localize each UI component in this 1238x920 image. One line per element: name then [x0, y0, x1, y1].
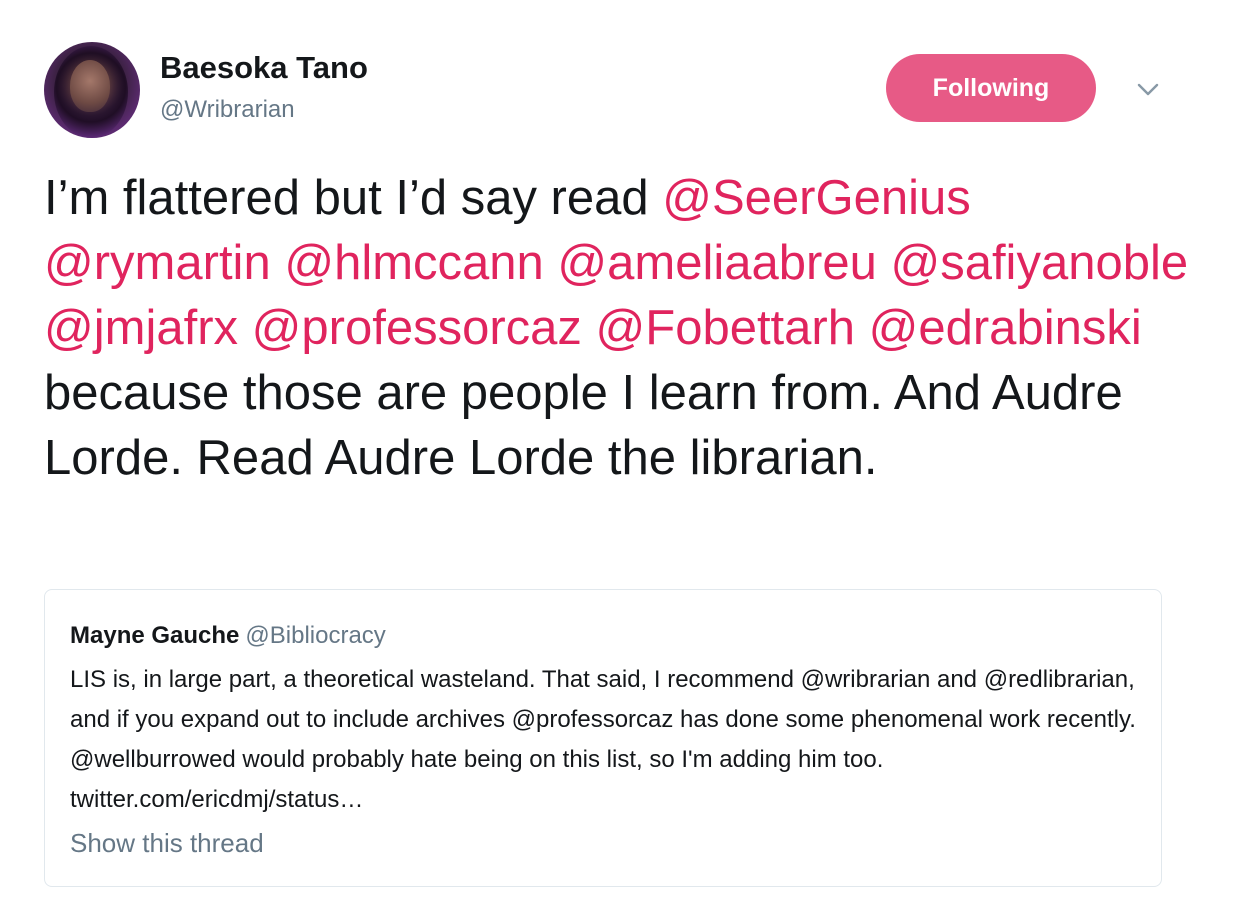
mention-link[interactable]: @jmjafrx [44, 301, 238, 355]
tweet-text-segment [544, 236, 558, 290]
mention-link[interactable]: @professorcaz [252, 301, 582, 355]
quoted-tweet-text: LIS is, in large part, a theoretical was… [70, 666, 1136, 813]
mention-link[interactable]: @safiyanoble [890, 236, 1188, 290]
author-handle[interactable]: @Wribrarian [160, 96, 295, 124]
mention-link[interactable]: @SeerGenius [662, 171, 971, 225]
tweet-text-segment [855, 301, 869, 355]
tweet-text-segment: because those are people I learn from. A… [44, 366, 1123, 485]
author-name[interactable]: Baesoka Tano [160, 50, 368, 86]
chevron-down-icon[interactable] [1134, 78, 1162, 100]
tweet-text-segment [271, 236, 285, 290]
mention-link[interactable]: @Fobettarh [596, 301, 855, 355]
following-button[interactable]: Following [886, 54, 1096, 122]
tweet-text: I’m flattered but I’d say read @SeerGeni… [44, 166, 1194, 491]
mention-link[interactable]: @ameliaabreu [557, 236, 876, 290]
quoted-author-name: Mayne Gauche [70, 622, 240, 649]
mention-link[interactable]: @hlmccann [284, 236, 543, 290]
tweet-text-segment [877, 236, 891, 290]
tweet-text-segment: I’m flattered but I’d say read [44, 171, 663, 225]
tweet-text-segment [582, 301, 596, 355]
avatar-face [70, 60, 110, 112]
quoted-header: Mayne Gauche @Bibliocracy [70, 622, 386, 650]
avatar[interactable] [44, 42, 140, 138]
mention-link[interactable]: @rymartin [44, 236, 271, 290]
mention-link[interactable]: @edrabinski [869, 301, 1142, 355]
show-thread-link[interactable]: Show this thread [70, 828, 264, 859]
quoted-tweet[interactable]: Mayne Gauche @Bibliocracy LIS is, in larg… [44, 589, 1162, 887]
tweet-text-segment [238, 301, 252, 355]
quoted-author-handle: @Bibliocracy [245, 622, 386, 649]
